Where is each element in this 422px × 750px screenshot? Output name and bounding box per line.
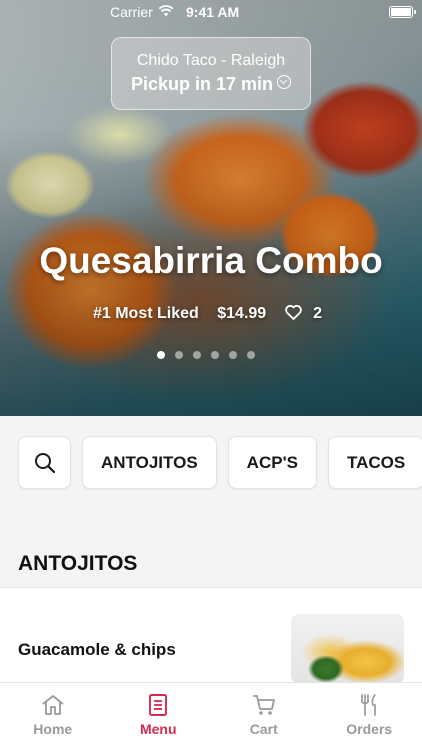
chevron-down-icon [277, 75, 292, 89]
section-title: ANTOJITOS [18, 552, 138, 575]
store-name: Chido Taco - Raleigh [136, 52, 286, 69]
carrier-label: Carrier [110, 4, 153, 20]
carousel-dot[interactable] [175, 351, 183, 359]
tab-orders[interactable]: Orders [317, 683, 422, 750]
tab-cart-label: Cart [249, 721, 278, 737]
home-icon [42, 695, 64, 715]
tab-home-label: Home [33, 721, 73, 737]
carousel-dot[interactable] [229, 351, 237, 359]
carousel-dot[interactable] [247, 351, 255, 359]
battery-icon [389, 6, 416, 18]
bottom-tab-bar: Home Menu Cart Orders [0, 682, 422, 750]
featured-item-title: Quesabirria Combo [39, 240, 383, 281]
category-bar: ANTOJITOS ACP'S TACOS [18, 436, 422, 489]
menu-item-name: Guacamole & chips [18, 640, 176, 659]
menu-icon [149, 694, 168, 716]
wifi-icon [158, 5, 174, 17]
tab-cart[interactable]: Cart [211, 683, 317, 750]
clock: 9:41 AM [186, 4, 240, 20]
tab-orders-label: Orders [346, 721, 393, 737]
like-button[interactable]: 2 [284, 305, 329, 322]
tab-home[interactable]: Home [0, 683, 106, 750]
category-chip-antojitos[interactable]: ANTOJITOS [82, 436, 217, 489]
store-selector[interactable]: Chido Taco - Raleigh Pickup in 17 min [111, 37, 311, 110]
carousel-dot[interactable] [157, 351, 165, 359]
pickup-time-row: Pickup in 17 min [112, 74, 310, 95]
carousel-dot[interactable] [211, 351, 219, 359]
category-chip-acps[interactable]: ACP'S [227, 436, 317, 489]
tab-menu-label: Menu [139, 721, 177, 737]
status-bar: Carrier 9:41 AM [0, 0, 422, 24]
heart-icon [284, 305, 302, 320]
tab-menu[interactable]: Menu [106, 683, 212, 750]
featured-item-price: $14.99 [217, 305, 267, 322]
most-liked-badge: #1 Most Liked [92, 305, 199, 322]
search-icon [34, 452, 55, 473]
featured-item-meta: #1 Most Liked $14.99 2 [0, 305, 422, 323]
search-button[interactable] [18, 436, 71, 489]
carousel-dot[interactable] [193, 351, 201, 359]
menu-item-photo [291, 614, 404, 684]
category-chip-tacos[interactable]: TACOS [327, 436, 422, 489]
orders-icon [361, 694, 377, 716]
cart-icon [252, 695, 275, 715]
hero-banner[interactable]: Carrier 9:41 AM Chido Taco - Raleigh Pic… [0, 0, 422, 416]
menu-list: Guacamole & chips [0, 588, 422, 684]
carousel-indicator[interactable] [157, 351, 255, 359]
pickup-time: Pickup in 17 min [130, 74, 274, 94]
like-count: 2 [313, 305, 322, 322]
